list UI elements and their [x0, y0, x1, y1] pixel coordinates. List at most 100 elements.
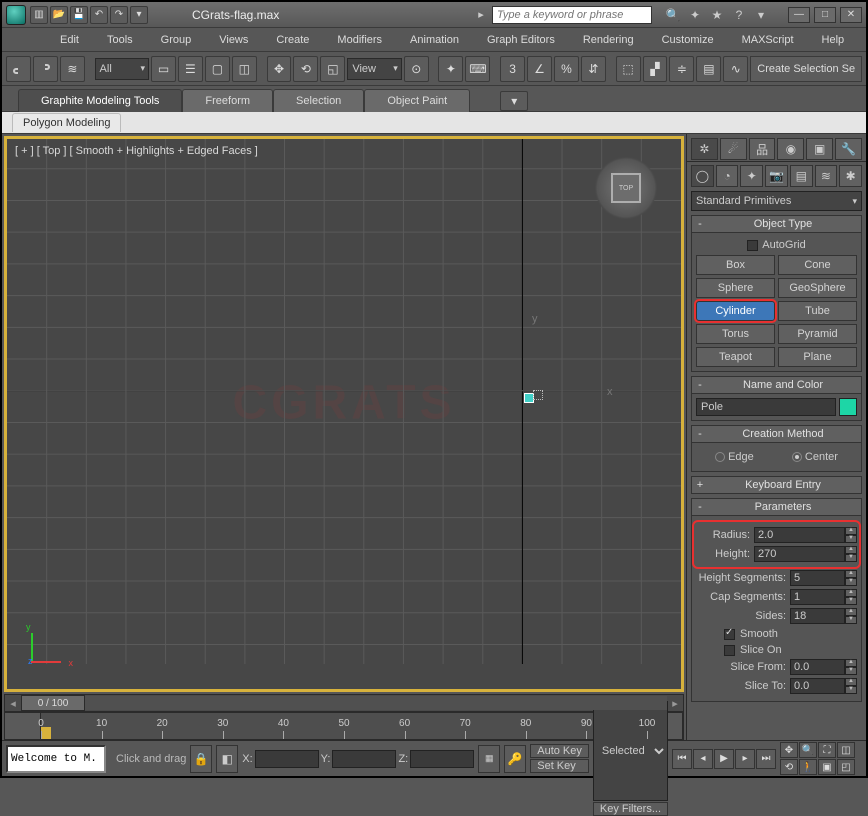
save-file-icon[interactable]: 💾	[70, 6, 88, 24]
rollout-header-name-color[interactable]: -Name and Color	[691, 376, 862, 394]
keyboard-shortcut-icon[interactable]: ⌨	[465, 56, 490, 82]
maxscript-listener[interactable]: Welcome to M.	[6, 745, 106, 773]
radius-down[interactable]: ▼	[845, 535, 857, 543]
create-helpers-icon[interactable]: ▤	[790, 165, 813, 187]
help-search-input[interactable]	[492, 6, 652, 24]
open-file-icon[interactable]: 📂	[50, 6, 68, 24]
region-rect-icon[interactable]: ▢	[205, 56, 230, 82]
autogrid-checkbox[interactable]	[747, 240, 758, 251]
sides-value[interactable]: 18	[790, 608, 845, 624]
primitive-tube-button[interactable]: Tube	[778, 301, 857, 321]
create-systems-icon[interactable]: ✱	[839, 165, 862, 187]
rollout-header-object-type[interactable]: -Object Type	[691, 215, 862, 233]
slice-to-value[interactable]: 0.0	[790, 678, 845, 694]
help-icon[interactable]: ?	[730, 6, 748, 24]
slice-on-checkbox[interactable]	[724, 645, 735, 656]
minimize-button[interactable]: —	[788, 7, 810, 23]
cap-segments-value[interactable]: 1	[790, 589, 845, 605]
coord-z-input[interactable]	[410, 750, 474, 768]
maximize-button[interactable]: □	[814, 7, 836, 23]
creation-center-radio[interactable]	[792, 452, 802, 462]
cap-segments-spinner[interactable]: 1▲▼	[790, 589, 857, 605]
pan-icon[interactable]: ✥	[780, 742, 798, 758]
primitive-box-button[interactable]: Box	[696, 255, 775, 275]
goto-end-icon[interactable]: ⏭	[756, 749, 776, 769]
rollout-header-creation-method[interactable]: -Creation Method	[691, 425, 862, 443]
panel-tab-create[interactable]: ✲	[691, 138, 718, 160]
viewport-top[interactable]: [ + ] [ Top ] [ Smooth + Highlights + Ed…	[4, 136, 684, 692]
app-logo[interactable]	[6, 5, 26, 25]
setkey-button[interactable]: Set Key	[530, 759, 589, 773]
primitive-pyramid-button[interactable]: Pyramid	[778, 324, 857, 344]
select-object-icon[interactable]: ▭	[151, 56, 176, 82]
help-dropdown-icon[interactable]: ▾	[752, 6, 770, 24]
geometry-category-dropdown[interactable]: Standard Primitives	[691, 191, 862, 211]
ref-coord-dropdown[interactable]: View	[347, 58, 401, 80]
primitive-torus-button[interactable]: Torus	[696, 324, 775, 344]
mirror-icon[interactable]: ▞	[643, 56, 668, 82]
create-lights-icon[interactable]: ✦	[740, 165, 763, 187]
time-prev-icon[interactable]: ◂	[5, 697, 21, 710]
link-icon[interactable]	[6, 56, 31, 82]
key-mode-icon[interactable]: 🔑	[504, 745, 526, 773]
height-segments-value[interactable]: 5	[790, 570, 845, 586]
object-color-swatch[interactable]	[839, 398, 857, 416]
time-slider-handle[interactable]: 0 / 100	[21, 695, 85, 711]
ribbon-tab-selection[interactable]: Selection	[273, 89, 364, 112]
isolate-icon[interactable]: ◧	[216, 745, 238, 773]
max-toggle-icon[interactable]: ▣	[818, 759, 836, 775]
spinner-snap-icon[interactable]: ⇵	[581, 56, 606, 82]
ribbon-tab-graphite[interactable]: Graphite Modeling Tools	[18, 89, 182, 112]
radius-spinner[interactable]: 2.0▲▼	[754, 527, 857, 543]
primitive-geosphere-button[interactable]: GeoSphere	[778, 278, 857, 298]
viewcube-face[interactable]: TOP	[611, 173, 641, 203]
menu-rendering[interactable]: Rendering	[569, 31, 648, 49]
radius-up[interactable]: ▲	[845, 527, 857, 535]
menu-maxscript[interactable]: MAXScript	[728, 31, 808, 49]
next-frame-icon[interactable]: ▸	[735, 749, 755, 769]
coord-y-input[interactable]	[332, 750, 396, 768]
slice-from-spinner[interactable]: 0.0▲▼	[790, 659, 857, 675]
rollout-header-parameters[interactable]: -Parameters	[691, 498, 862, 516]
menu-modifiers[interactable]: Modifiers	[323, 31, 396, 49]
time-slider[interactable]: ◂ 0 / 100 ▸	[4, 694, 684, 712]
comm-center-icon[interactable]: ✦	[686, 6, 704, 24]
selection-filter-dropdown[interactable]: All	[95, 58, 149, 80]
key-filters-button[interactable]: Key Filters...	[593, 802, 668, 816]
menu-create[interactable]: Create	[262, 31, 323, 49]
panel-tab-motion[interactable]: ◉	[777, 138, 804, 160]
create-cameras-icon[interactable]: 📷	[765, 165, 788, 187]
select-rotate-icon[interactable]: ⟲	[293, 56, 318, 82]
viewcube[interactable]: TOP	[589, 151, 663, 225]
goto-start-icon[interactable]: ⏮	[672, 749, 692, 769]
menu-animation[interactable]: Animation	[396, 31, 473, 49]
primitive-sphere-button[interactable]: Sphere	[696, 278, 775, 298]
primitive-plane-button[interactable]: Plane	[778, 347, 857, 367]
smooth-checkbox[interactable]	[724, 629, 735, 640]
align-icon[interactable]: ≑	[669, 56, 694, 82]
coord-x-input[interactable]	[255, 750, 319, 768]
snap-toggle-icon[interactable]: 3	[500, 56, 525, 82]
create-shapes-icon[interactable]: ◔	[716, 165, 739, 187]
select-move-icon[interactable]: ✥	[267, 56, 292, 82]
primitive-cylinder-button[interactable]: Cylinder	[696, 301, 775, 321]
viewport-label[interactable]: [ + ] [ Top ] [ Smooth + Highlights + Ed…	[15, 145, 258, 157]
height-spinner[interactable]: 270▲▼	[754, 546, 857, 562]
primitive-teapot-button[interactable]: Teapot	[696, 347, 775, 367]
menu-graph-editors[interactable]: Graph Editors	[473, 31, 569, 49]
slice-to-spinner[interactable]: 0.0▲▼	[790, 678, 857, 694]
height-up[interactable]: ▲	[845, 546, 857, 554]
zoom-region-icon[interactable]: ◰	[837, 759, 855, 775]
object-name-input[interactable]: Pole	[696, 398, 836, 416]
walk-icon[interactable]: 🚶	[799, 759, 817, 775]
ribbon-collapse-icon[interactable]: ▾	[500, 91, 528, 111]
new-file-icon[interactable]: ▥	[30, 6, 48, 24]
create-selection-set-input[interactable]: Create Selection Se	[750, 56, 862, 82]
height-segments-spinner[interactable]: 5▲▼	[790, 570, 857, 586]
panel-tab-display[interactable]: ▣	[806, 138, 833, 160]
redo-icon[interactable]: ↷	[110, 6, 128, 24]
ribbon-tab-freeform[interactable]: Freeform	[182, 89, 273, 112]
undo-icon[interactable]: ↶	[90, 6, 108, 24]
fov-icon[interactable]: ◫	[837, 742, 855, 758]
manipulate-icon[interactable]: ✦	[438, 56, 463, 82]
